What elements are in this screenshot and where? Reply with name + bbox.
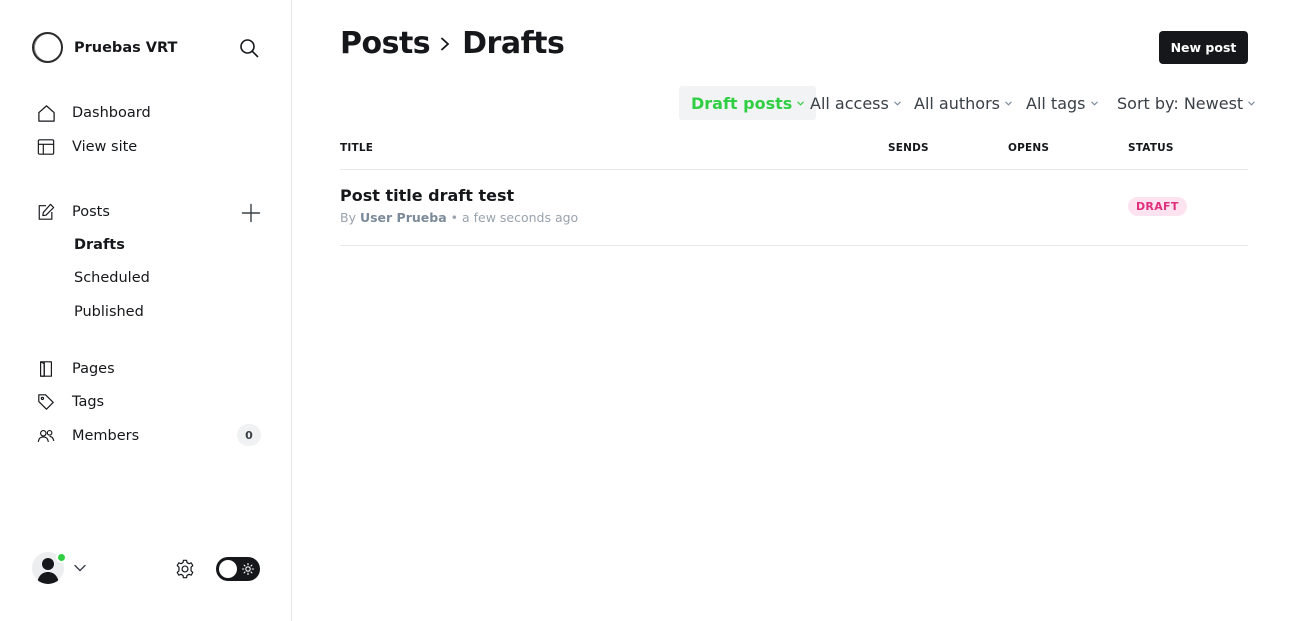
filter-label: Sort by: Newest <box>1117 93 1244 113</box>
chevron-down-icon <box>1005 100 1012 106</box>
nav-posts[interactable]: Posts <box>36 201 110 223</box>
column-header-sends: SENDS <box>888 142 929 154</box>
status-badge: DRAFT <box>1128 197 1187 216</box>
chevron-down-icon <box>1090 100 1098 106</box>
filter-label: All tags <box>1026 93 1086 113</box>
chevron-down-icon <box>1248 100 1256 106</box>
column-header-status: STATUS <box>1128 142 1174 154</box>
filter-label: All access <box>810 93 889 113</box>
gear-icon <box>176 559 194 579</box>
filter-authors[interactable]: All authors <box>914 86 1012 120</box>
layout-icon <box>36 137 56 157</box>
chevron-right-icon <box>440 37 450 51</box>
filter-label: Draft posts <box>691 93 793 113</box>
page-icon <box>36 359 56 379</box>
post-time: • a few seconds ago <box>450 210 579 225</box>
plus-icon <box>241 203 261 223</box>
chevron-down-icon <box>797 100 805 106</box>
post-title: Post title draft test <box>340 186 515 205</box>
post-meta-by: By <box>340 210 356 225</box>
nav-label: Posts <box>72 204 110 220</box>
members-count-badge: 0 <box>237 424 261 446</box>
nav-label: View site <box>72 139 138 155</box>
nav-tags[interactable]: Tags <box>36 391 104 413</box>
post-author: User Prueba <box>359 210 447 225</box>
subnav-drafts[interactable]: Drafts <box>74 237 125 253</box>
filter-post-type[interactable]: Draft posts <box>679 86 817 120</box>
divider <box>340 245 1248 246</box>
brand[interactable]: Pruebas VRT <box>32 32 177 63</box>
chevron-down-icon <box>893 100 901 106</box>
nav-label: Dashboard <box>72 105 151 121</box>
filter-access[interactable]: All access <box>810 86 901 120</box>
dark-mode-toggle[interactable] <box>216 557 260 581</box>
online-status-dot <box>56 552 67 563</box>
column-header-opens: OPENS <box>1008 142 1050 154</box>
nav-label: Pages <box>72 361 115 377</box>
page-title: Drafts <box>462 26 565 61</box>
search-icon <box>240 39 259 58</box>
new-post-plus-button[interactable] <box>240 202 262 224</box>
subnav-scheduled[interactable]: Scheduled <box>74 270 150 286</box>
members-icon <box>36 426 56 446</box>
sun-icon <box>240 561 256 577</box>
home-icon <box>36 103 56 123</box>
search-button[interactable] <box>237 36 261 60</box>
table-row[interactable]: Post title draft test By User Prueba • a… <box>340 170 1248 245</box>
filter-tags[interactable]: All tags <box>1026 86 1098 120</box>
nav-pages[interactable]: Pages <box>36 358 115 380</box>
nav-view-site[interactable]: View site <box>36 136 137 158</box>
main-content: Posts Drafts New post Draft posts All ac… <box>292 0 1296 621</box>
nav-label: Members <box>72 428 140 444</box>
breadcrumb: Posts Drafts <box>340 26 565 61</box>
chevron-down-icon <box>74 564 86 572</box>
column-header-title: TITLE <box>340 142 374 154</box>
site-logo <box>32 32 63 63</box>
nav-members[interactable]: Members <box>36 425 139 447</box>
sort-order[interactable]: Sort by: Newest <box>1117 86 1256 120</box>
site-name: Pruebas VRT <box>74 39 178 56</box>
new-post-button[interactable]: New post <box>1159 31 1248 64</box>
sidebar: Pruebas VRT Dashboard View site Posts Dr… <box>0 0 292 621</box>
toggle-knob <box>219 560 237 578</box>
edit-icon <box>36 202 56 222</box>
nav-label: Tags <box>72 394 105 410</box>
tag-icon <box>36 392 56 412</box>
settings-button[interactable] <box>173 557 197 581</box>
filter-label: All authors <box>914 93 1000 113</box>
subnav-published[interactable]: Published <box>74 304 144 320</box>
nav-dashboard[interactable]: Dashboard <box>36 102 151 124</box>
breadcrumb-posts-link[interactable]: Posts <box>340 26 431 61</box>
post-meta: By User Prueba • a few seconds ago <box>340 210 578 225</box>
